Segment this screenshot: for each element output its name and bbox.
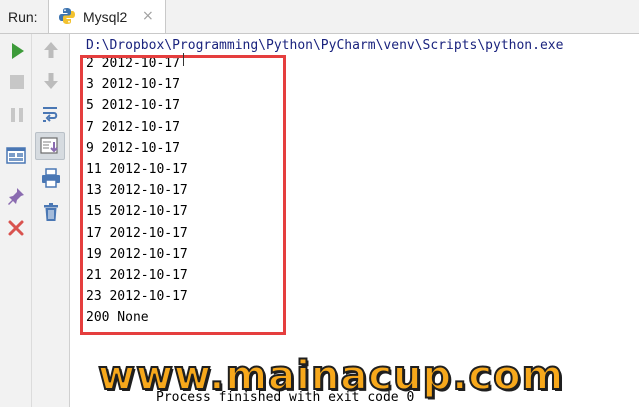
rerun-button[interactable] <box>6 40 28 62</box>
scroll-to-end-button[interactable] <box>35 132 65 160</box>
pause-icon <box>11 108 23 122</box>
clear-all-button[interactable] <box>40 201 62 223</box>
scroll-to-end-icon <box>40 137 58 154</box>
stop-button[interactable] <box>6 71 28 93</box>
previous-occurrence-button[interactable] <box>40 39 62 61</box>
soft-wrap-icon <box>43 107 58 122</box>
stop-icon <box>10 75 24 89</box>
run-icon <box>12 43 24 59</box>
tab-title: Mysql2 <box>83 9 128 25</box>
run-toolbar <box>0 34 32 407</box>
pause-button[interactable] <box>6 104 28 126</box>
run-tab-mysql2[interactable]: Mysql2 × <box>48 0 166 33</box>
trash-icon <box>44 203 58 221</box>
close-tab-icon[interactable]: × <box>142 8 154 24</box>
run-label: Run: <box>8 9 38 25</box>
restore-layout-button[interactable] <box>5 144 27 166</box>
watermark-text: www.mainacup.com <box>97 352 565 400</box>
pin-tab-button[interactable] <box>5 185 27 207</box>
highlight-box <box>80 55 286 335</box>
close-icon <box>8 220 24 236</box>
interpreter-path: D:\Dropbox\Programming\Python\PyCharm\ve… <box>86 38 564 53</box>
soft-wrap-button[interactable] <box>40 103 62 125</box>
close-button[interactable] <box>5 217 27 239</box>
down-arrow-icon <box>44 73 58 89</box>
print-icon <box>42 168 60 188</box>
next-occurrence-button[interactable] <box>40 70 62 92</box>
up-arrow-icon <box>44 42 58 58</box>
layout-icon <box>6 147 26 164</box>
text-caret <box>183 53 184 66</box>
run-tool-window-header: Run: Mysql2 × <box>0 0 639 34</box>
print-button[interactable] <box>40 167 62 189</box>
console-toolbar <box>32 34 70 407</box>
python-icon <box>58 7 76 25</box>
pin-icon <box>8 188 24 205</box>
